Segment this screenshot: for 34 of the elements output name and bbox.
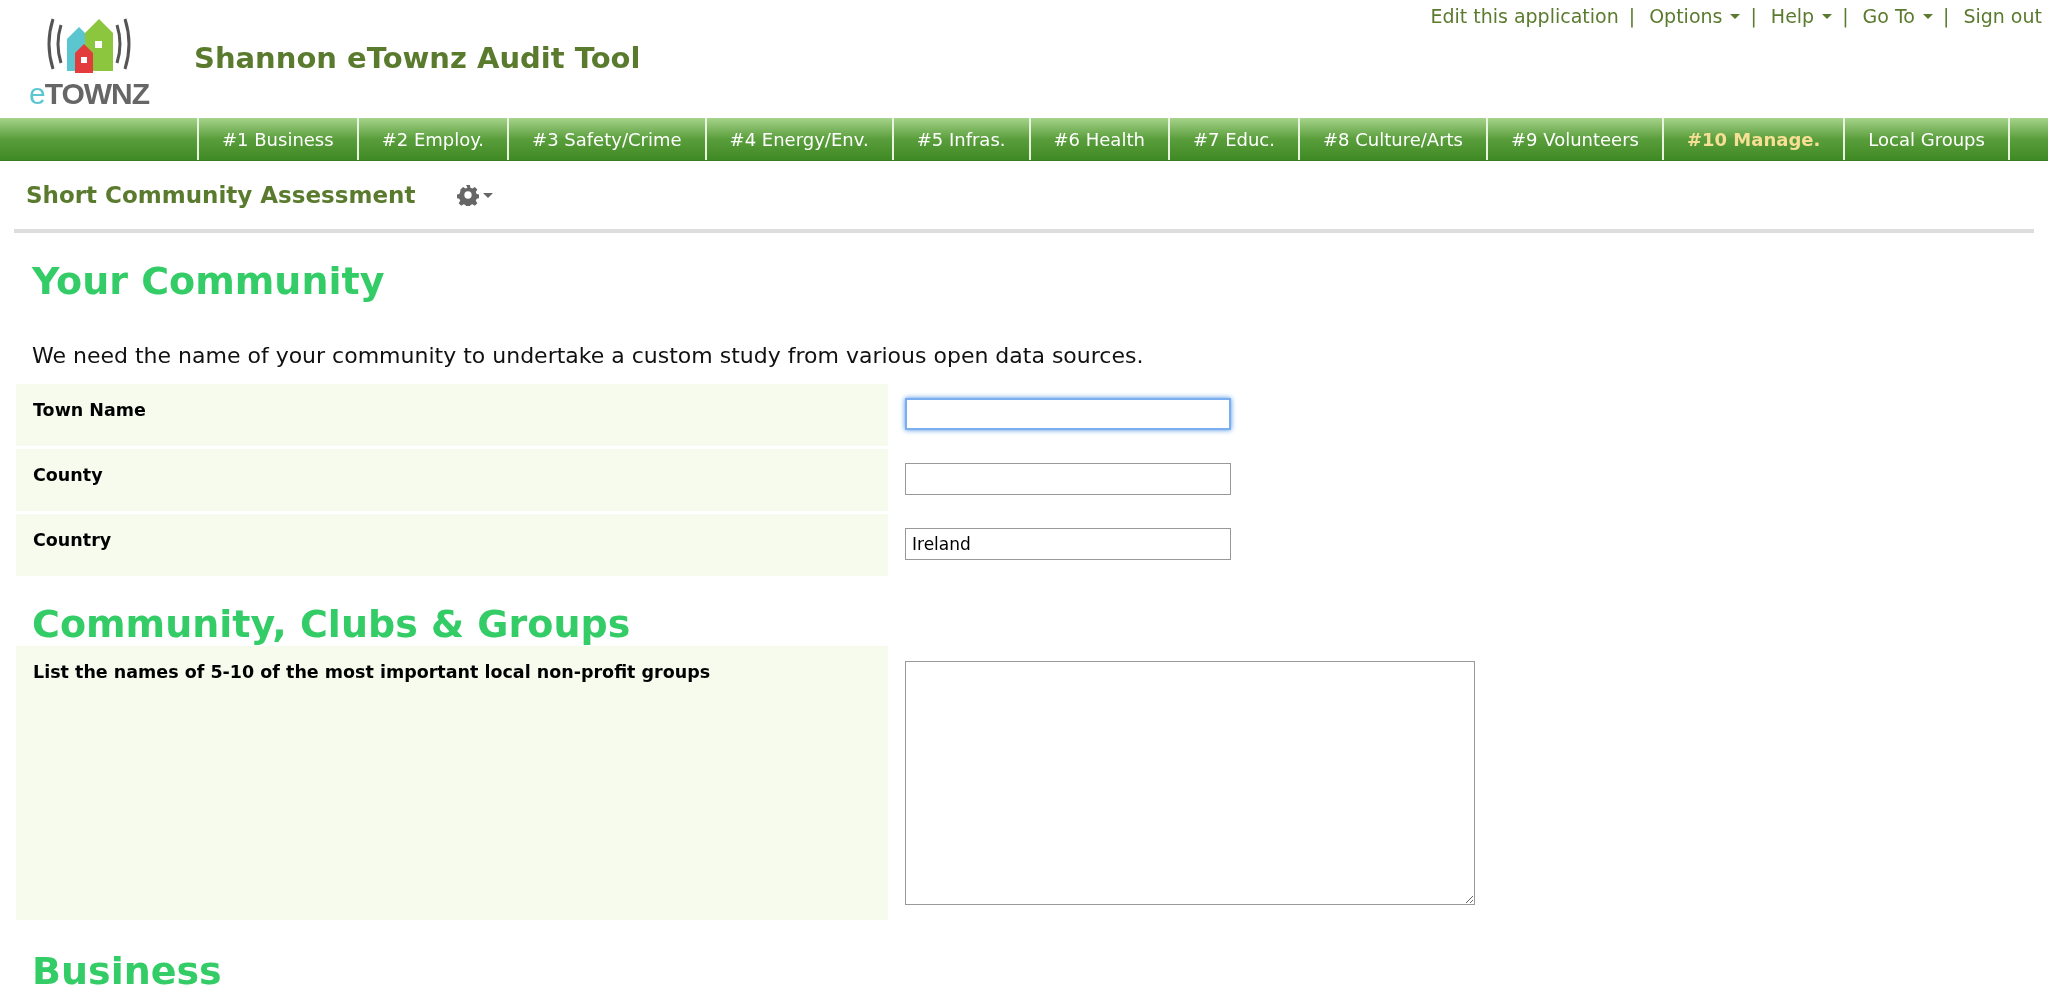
field-label: Town Name [33, 400, 146, 420]
text-field[interactable] [905, 463, 1231, 495]
section-heading: Your Community [32, 259, 386, 303]
separator: | [1842, 5, 1849, 27]
text-field[interactable] [905, 398, 1231, 430]
nav-tab[interactable]: #9 Volunteers [1487, 118, 1664, 160]
top-link[interactable]: Help [1770, 5, 1833, 27]
separator: | [1750, 5, 1757, 27]
top-link[interactable]: Options [1649, 5, 1741, 27]
nav-tab[interactable]: #7 Educ. [1169, 118, 1300, 160]
app-title: Shannon eTownz Audit Tool [194, 41, 641, 75]
section-heading: Community, Clubs & Groups [32, 602, 632, 646]
nav-tab[interactable]: #6 Health [1030, 118, 1170, 160]
separator: | [1628, 5, 1636, 27]
nav-tab[interactable]: Local Groups [1845, 118, 2010, 160]
nav-tab[interactable]: #3 Safety/Crime [509, 118, 707, 160]
nav-tab[interactable]: #5 Infras. [893, 118, 1031, 160]
intro-text: We need the name of your community to undertake a custom study from various open data sources. [32, 343, 1145, 368]
nav-tab[interactable]: #8 Culture/Arts [1299, 118, 1488, 160]
field-label: County [33, 465, 103, 485]
separator: | [1943, 5, 1950, 27]
logo-wordmark: eTOWNZ [28, 79, 150, 109]
nav-tab[interactable]: #1 Business [199, 118, 359, 160]
field-label: Country [33, 530, 112, 550]
top-link[interactable]: Edit this application [1430, 5, 1619, 27]
top-link[interactable]: Sign out [1963, 5, 2042, 27]
top-link[interactable]: Go To [1862, 5, 1933, 27]
nav-tab[interactable]: #2 Employ. [358, 118, 510, 160]
section-heading: Business [32, 949, 223, 993]
text-field[interactable]: Ireland [905, 528, 1231, 560]
nav-tab[interactable]: #4 Energy/Env. [706, 118, 894, 160]
nav-tab[interactable]: #10 Manage. [1663, 118, 1846, 160]
page-title: Short Community Assessment [26, 182, 416, 208]
field-label: List the names of 5-10 of the most important local non-profit groups [33, 662, 711, 682]
